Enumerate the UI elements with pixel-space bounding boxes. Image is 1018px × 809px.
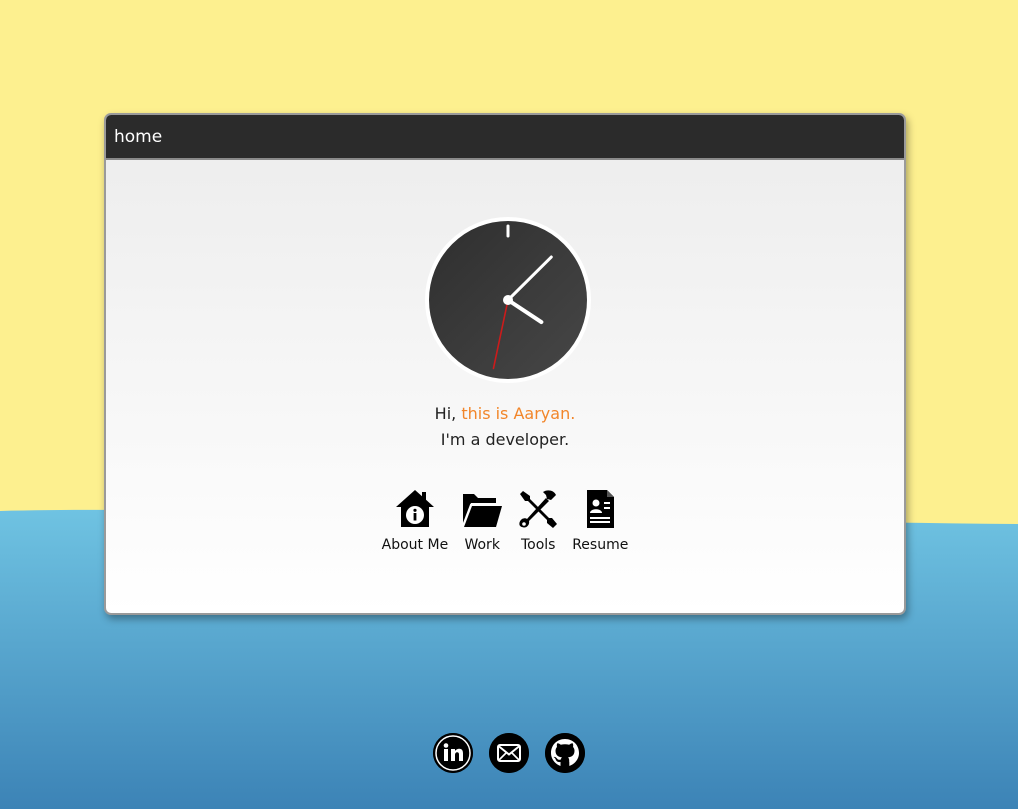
nav-label-about-me: About Me: [381, 537, 449, 553]
nav-label-work: Work: [464, 537, 500, 553]
nav-resume[interactable]: Resume: [572, 487, 628, 553]
email-link[interactable]: [489, 733, 529, 773]
greeting-role: I'm a developer.: [440, 430, 570, 449]
mail-icon: [489, 733, 529, 773]
greeting-name: this is Aaryan.: [461, 404, 576, 423]
social-links: [0, 733, 1018, 773]
analog-clock: [425, 217, 591, 383]
github-link[interactable]: [545, 733, 585, 773]
window-titlebar[interactable]: home: [106, 115, 904, 160]
home-window: home Hi, this is Aaryan. I'm a developer…: [104, 113, 906, 615]
greeting-hi: Hi,: [434, 404, 462, 423]
linkedin-icon: [433, 733, 473, 773]
nav-work[interactable]: Work: [460, 487, 504, 553]
clock-center-pin: [503, 295, 513, 305]
github-icon: [545, 733, 585, 773]
greeting-line-1: Hi, this is Aaryan.: [106, 401, 904, 427]
linkedin-link[interactable]: [433, 733, 473, 773]
folder-icon: [462, 494, 503, 527]
tools-icon: [519, 490, 558, 528]
window-title: home: [114, 126, 163, 147]
nav-about-me[interactable]: About Me: [381, 487, 449, 553]
house-info-icon: [395, 490, 434, 527]
nav-label-resume: Resume: [572, 537, 629, 553]
nav-tools[interactable]: Tools: [516, 487, 560, 553]
resume-icon: [587, 490, 615, 528]
nav-icons: About Me Work Tools Resume: [106, 487, 904, 553]
greeting-text: Hi, this is Aaryan. I'm a developer.: [106, 401, 904, 453]
nav-label-tools: Tools: [520, 537, 556, 553]
